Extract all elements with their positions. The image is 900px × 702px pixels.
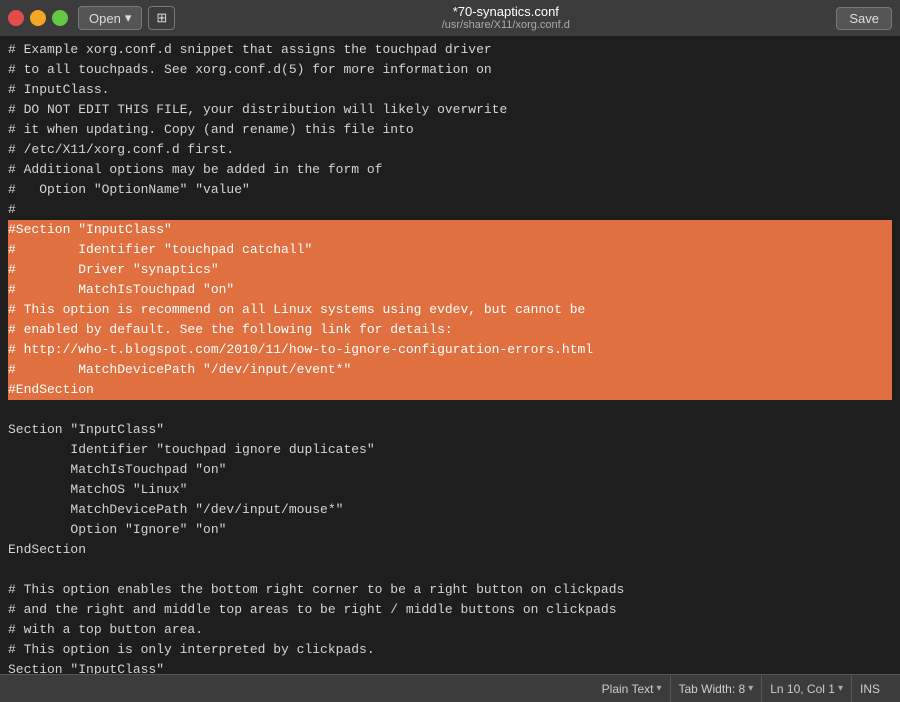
tab-width-label: Tab Width: 8	[679, 682, 746, 696]
maximize-button[interactable]: +	[52, 10, 68, 26]
code-line: # This option is only interpreted by cli…	[8, 640, 892, 660]
code-line: # http://who-t.blogspot.com/2010/11/how-…	[8, 340, 892, 360]
status-bar: Plain Text ▾ Tab Width: 8 ▾ Ln 10, Col 1…	[0, 674, 900, 702]
plain-text-label: Plain Text	[602, 682, 654, 696]
code-line: # MatchIsTouchpad "on"	[8, 280, 892, 300]
code-line: #EndSection	[8, 380, 892, 400]
code-line: # and the right and middle top areas to …	[8, 600, 892, 620]
code-line: Option "Ignore" "on"	[8, 520, 892, 540]
close-button[interactable]: ✕	[8, 10, 24, 26]
ins-label: INS	[860, 682, 880, 696]
code-line	[8, 400, 892, 420]
code-line: Section "InputClass"	[8, 420, 892, 440]
editor-area[interactable]: # Example xorg.conf.d snippet that assig…	[0, 36, 900, 674]
code-line: # InputClass.	[8, 80, 892, 100]
code-line: # This option enables the bottom right c…	[8, 580, 892, 600]
window-controls: ✕ – +	[8, 10, 68, 26]
pin-button[interactable]: ⊞	[148, 6, 175, 30]
code-line: # /etc/X11/xorg.conf.d first.	[8, 140, 892, 160]
window-title: *70-synaptics.conf	[453, 4, 559, 20]
ins-mode: INS	[852, 675, 888, 702]
title-bar: ✕ – + Open ▾ ⊞ *70-synaptics.conf /usr/s…	[0, 0, 900, 36]
open-button[interactable]: Open ▾	[78, 6, 142, 30]
code-line: # MatchDevicePath "/dev/input/event*"	[8, 360, 892, 380]
code-line	[8, 560, 892, 580]
position-chevron-icon: ▾	[838, 683, 843, 694]
chevron-down-icon: ▾	[125, 10, 132, 26]
code-line: Section "InputClass"	[8, 660, 892, 674]
code-line: # enabled by default. See the following …	[8, 320, 892, 340]
code-line: # Identifier "touchpad catchall"	[8, 240, 892, 260]
window-subtitle: /usr/share/X11/xorg.conf.d	[442, 19, 570, 32]
position-label: Ln 10, Col 1	[770, 682, 835, 696]
plain-text-chevron-icon: ▾	[656, 683, 661, 694]
code-line: # DO NOT EDIT THIS FILE, your distributi…	[8, 100, 892, 120]
code-line: #Section "InputClass"	[8, 220, 892, 240]
code-line: # to all touchpads. See xorg.conf.d(5) f…	[8, 60, 892, 80]
save-button[interactable]: Save	[836, 7, 892, 30]
code-line: # Example xorg.conf.d snippet that assig…	[8, 40, 892, 60]
code-line: Identifier "touchpad ignore duplicates"	[8, 440, 892, 460]
code-line: MatchDevicePath "/dev/input/mouse*"	[8, 500, 892, 520]
code-content: # Example xorg.conf.d snippet that assig…	[0, 38, 900, 674]
minimize-button[interactable]: –	[30, 10, 46, 26]
code-line: # it when updating. Copy (and rename) th…	[8, 120, 892, 140]
tab-width-selector[interactable]: Tab Width: 8 ▾	[671, 675, 763, 702]
code-line: # Option "OptionName" "value"	[8, 180, 892, 200]
plain-text-selector[interactable]: Plain Text ▾	[594, 675, 671, 702]
title-center: *70-synaptics.conf /usr/share/X11/xorg.c…	[175, 4, 836, 33]
code-line: # Additional options may be added in the…	[8, 160, 892, 180]
code-line: # with a top button area.	[8, 620, 892, 640]
code-line: #	[8, 200, 892, 220]
cursor-position[interactable]: Ln 10, Col 1 ▾	[762, 675, 852, 702]
code-line: # Driver "synaptics"	[8, 260, 892, 280]
code-line: MatchOS "Linux"	[8, 480, 892, 500]
code-line: MatchIsTouchpad "on"	[8, 460, 892, 480]
tab-width-chevron-icon: ▾	[748, 683, 753, 694]
code-line: # This option is recommend on all Linux …	[8, 300, 892, 320]
code-line: EndSection	[8, 540, 892, 560]
open-label: Open	[89, 11, 121, 26]
